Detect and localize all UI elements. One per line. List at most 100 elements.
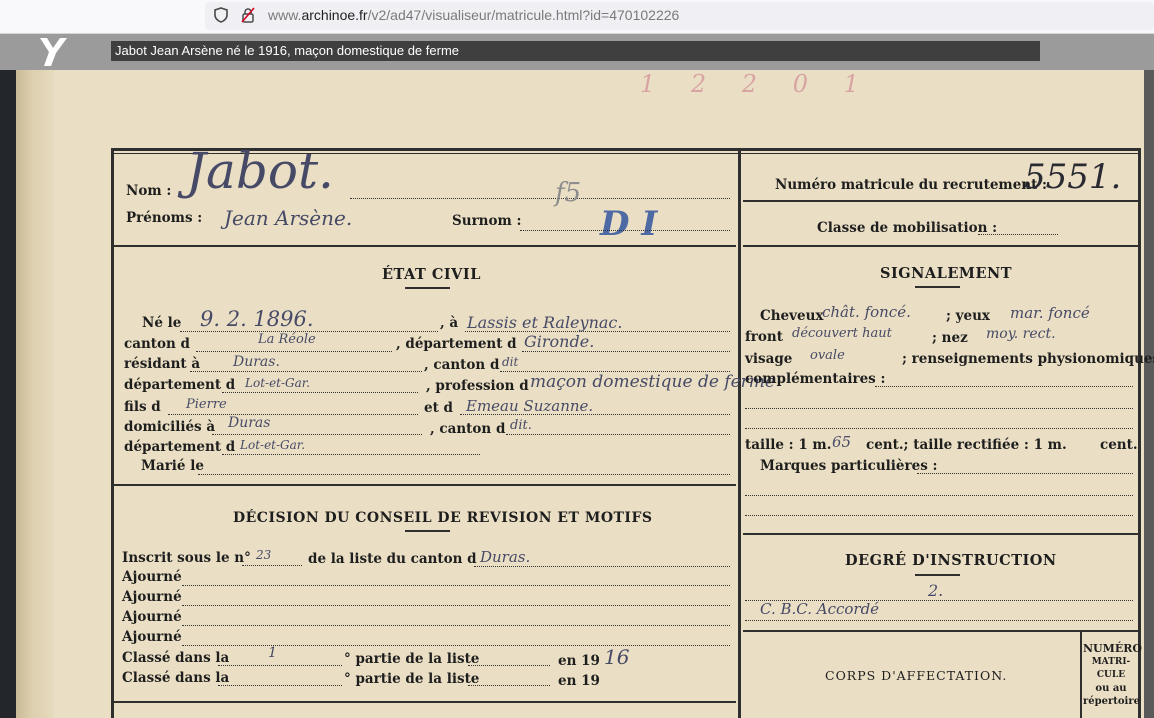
value-classe-annee: 16 [604,645,630,669]
inscrit-canton-line [474,566,730,567]
value-dep-dom: Lot-et-Gar. [240,438,306,452]
residant-line [190,371,422,372]
browser-url-bar: www.archinoe.fr/v2/ad47/visualiseur/matr… [0,0,1154,34]
value-nez: moy. rect. [986,326,1056,342]
label-matricule: Numéro matricule du recrutement : [775,177,1048,193]
label-numero-col-4: ou au [1095,683,1127,694]
label-numero-col-5: répertoire [1083,696,1140,707]
ajourne-line-1 [182,585,730,586]
label-liste-canton: de la liste du canton d [308,551,477,567]
signalement-underline [915,286,960,288]
value-ne-le: 9. 2. 1896. [200,307,314,331]
divider-left-2 [114,484,736,486]
numero-column-divider [1080,632,1082,718]
ajourne-line-4 [182,645,730,646]
label-inscrit: Inscrit sous le n° [122,550,251,566]
archinoe-logo-icon[interactable] [36,36,70,68]
value-domicilies: Duras [228,415,271,431]
inscrit-num-line [242,565,302,566]
heading-decision: DÉCISION DU CONSEIL DE REVISION ET MOTIF… [233,510,653,526]
value-instruction-note: C. B.C. Accordé [760,600,880,618]
value-front: découvert haut [792,326,892,341]
divider-right-0 [743,200,1138,202]
signalement-line-3 [745,428,1133,429]
label-surnom: Surnom : [452,213,522,229]
pere-line [168,414,418,415]
partie-line-2 [468,685,550,686]
partie-line-1 [468,665,550,666]
column-divider [738,151,741,718]
label-marques: Marques particulières : [760,458,938,474]
label-partie-1: ° partie de la liste [344,651,480,667]
label-ajourne-2: Ajourné [122,589,182,605]
label-canton-dom: , canton d [430,421,506,437]
divider-left-1 [114,245,736,247]
decision-underline [405,530,450,532]
divider-left-3 [114,701,736,703]
value-profession: maçon domestique de ferme [530,372,775,392]
value-lieu: Lassis et Raleynac. [467,313,623,332]
insecure-lock-icon[interactable] [240,7,256,23]
value-taille: 65 [832,433,852,451]
degre-underline [915,574,960,576]
value-dep-res: Lot-et-Gar. [245,376,311,390]
value-departement: Gironde. [524,332,595,351]
label-ajourne-3: Ajourné [122,609,182,625]
label-a: , à [440,315,459,331]
document-title: Jabot Jean Arsène né le 1916, maçon dome… [111,41,1040,61]
shield-icon[interactable] [214,7,228,23]
marques-line-2 [745,495,1133,496]
etat-civil-underline [405,287,450,289]
value-canton-dom: dit. [510,418,532,433]
value-visage: ovale [810,348,845,363]
heading-degre: DEGRÉ D'INSTRUCTION [845,552,1057,569]
mere-line [460,414,730,415]
value-pere: Pierre [186,397,227,412]
value-residant: Duras. [233,354,280,370]
marques-line-3 [745,515,1133,516]
ajourne-line-3 [182,625,730,626]
departement-line [522,351,730,352]
classe-partie-line-2 [218,685,342,686]
instruction-line-2 [745,620,1133,621]
value-nom: Jabot. [186,142,334,200]
canton-dom-line [506,434,730,435]
label-numero-col-2: MATRI- [1091,657,1131,667]
complementaires-line [875,386,1133,387]
page-fold [16,70,54,718]
value-classe-partie: 1 [268,645,277,661]
value-prenoms: Jean Arsène. [224,206,353,230]
marques-line [917,473,1133,474]
label-visage: visage [745,351,793,367]
label-departement-res: département d [124,377,236,393]
label-classe-mobilisation: Classe de mobilisation : [817,220,998,236]
label-departement-1: , département d [396,336,517,352]
label-et: et d [424,400,453,416]
label-domicilies: domiciliés à [124,419,216,435]
label-nez: ; nez [932,330,968,346]
value-cheveux: chât. foncé. [822,303,911,321]
dep-dom-line [222,454,480,455]
label-numero-col-3: CULE [1096,670,1126,680]
value-yeux: mar. foncé [1010,304,1090,322]
dep-res-line [222,392,418,393]
label-canton: canton d [124,336,190,352]
value-canton-res: dit [502,355,519,369]
surnom-mark: f5 [555,178,582,208]
label-cheveux: Cheveux [760,308,824,324]
classe-mobilisation-line [978,234,1058,235]
classe-partie-line [218,665,342,666]
label-profession: , profession d [426,378,529,394]
marie-line [198,474,730,475]
label-classe-2: Classé dans la [122,670,230,686]
value-canton: La Réole [258,332,316,347]
corner-stamp: D I [600,204,658,244]
canton-line [196,351,392,352]
value-mere: Emeau Suzanne. [466,397,594,415]
label-complementaires: complémentaires : [745,371,886,387]
value-instruction: 2. [928,581,944,600]
label-ajourne-4: Ajourné [122,629,182,645]
url-text[interactable]: www.archinoe.fr/v2/ad47/visualiseur/matr… [268,7,679,23]
divider-right-1 [743,245,1138,247]
viewer-right-edge [1144,70,1154,718]
